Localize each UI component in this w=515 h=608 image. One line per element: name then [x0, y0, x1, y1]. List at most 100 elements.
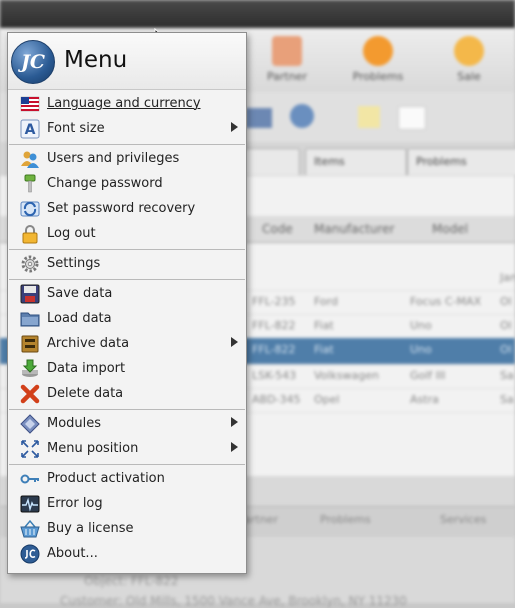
problems-icon: [363, 36, 393, 66]
menu-item-language-currency[interactable]: Language and currency: [8, 91, 246, 116]
row-model: Golf III: [410, 369, 446, 382]
menu-item-archive-data[interactable]: Archive data: [8, 331, 246, 356]
row-manufacturer: Fiat: [314, 343, 334, 356]
jc-logo-icon: JC: [11, 40, 55, 84]
menu-item-label: Users and privileges: [47, 151, 180, 166]
menu-item-data-import[interactable]: Data import: [8, 356, 246, 381]
toolbar-problems-button[interactable]: Problems: [343, 34, 413, 88]
menu-item-label: Change password: [47, 176, 163, 191]
partner-icon: [272, 36, 302, 66]
menu-item-change-password[interactable]: Change password: [8, 171, 246, 196]
delete-x-icon: [20, 384, 40, 404]
key-icon: [20, 474, 39, 484]
import-icon: [22, 359, 38, 377]
menu-item-label: Product activation: [47, 471, 165, 486]
row-status: Ol: [500, 343, 512, 356]
menu-item-about[interactable]: About...: [8, 541, 246, 566]
menu-item-label: Save data: [47, 286, 113, 301]
menu-item-error-log[interactable]: Error log: [8, 491, 246, 516]
menu-item-label: Set password recovery: [47, 201, 196, 216]
row-code: FFL-822: [252, 319, 296, 332]
menu-item-label: About...: [47, 546, 98, 561]
menu-item-password-recovery[interactable]: Set password recovery: [8, 196, 246, 221]
gear-icon: [21, 255, 39, 273]
row-manufacturer: Fiat: [314, 319, 334, 332]
column-model[interactable]: Model: [432, 222, 468, 236]
menu-item-save-data[interactable]: Save data: [8, 281, 246, 306]
menu-separator: [9, 464, 245, 465]
svg-text:A: A: [25, 122, 36, 138]
menu-position-icon: [21, 440, 39, 458]
menu-item-buy-license[interactable]: Buy a license: [8, 516, 246, 541]
toolbar-sale-button[interactable]: Sale: [434, 34, 504, 88]
menu-item-label: Modules: [47, 416, 102, 431]
user-icon[interactable]: [290, 104, 314, 128]
users-icon: [21, 151, 39, 168]
submenu-arrow-icon: [231, 442, 238, 452]
recovery-icon: [20, 201, 40, 217]
pulse-icon: [20, 495, 40, 513]
customer-line: Customer: Old Mills, 1500 Vance Ave, Bro…: [60, 594, 407, 608]
submenu-arrow-icon: [231, 337, 238, 347]
folder-icon: [20, 312, 40, 327]
us-flag-icon: [20, 96, 40, 112]
column-code[interactable]: Code: [262, 222, 293, 236]
lock-icon: [22, 225, 38, 244]
note-icon[interactable]: [358, 106, 380, 128]
toolbar-partner-button[interactable]: Partner: [252, 34, 322, 88]
row-manufacturer: Volkswagen: [314, 369, 380, 382]
menu-header: JC Menu: [8, 33, 246, 90]
tab-problems-label: Problems: [416, 155, 467, 168]
submenu-arrow-icon: [231, 417, 238, 427]
menu-item-label: Archive data: [47, 336, 130, 351]
menu-separator: [9, 144, 245, 145]
menu-item-modules[interactable]: Modules: [8, 411, 246, 436]
main-menu: JC Menu Language and currency A Font siz…: [7, 32, 247, 574]
tab-items[interactable]: Items: [305, 148, 407, 175]
object-line: Object: FFL-822: [84, 574, 179, 588]
row-status: Ol: [500, 295, 512, 308]
toolbar-sale-label: Sale: [457, 70, 481, 83]
menu-item-label: Delete data: [47, 386, 124, 401]
tab-problems[interactable]: Problems: [407, 148, 515, 175]
menu-title: Menu: [64, 47, 128, 73]
menu-item-log-out[interactable]: Log out: [8, 221, 246, 246]
menu-item-label: Font size: [47, 121, 105, 136]
row-manufacturer: Opel: [314, 393, 340, 406]
menu-item-font-size[interactable]: A Font size: [8, 116, 246, 141]
row-code: FFL-822: [252, 343, 296, 356]
menu-item-menu-position[interactable]: Menu position: [8, 436, 246, 461]
menu-item-label: Error log: [47, 496, 103, 511]
menu-separator: [9, 279, 245, 280]
row-model: Astra: [410, 393, 439, 406]
menu-item-delete-data[interactable]: Delete data: [8, 381, 246, 406]
toolbar-partner-label: Partner: [267, 70, 307, 83]
menu-item-settings[interactable]: Settings: [8, 251, 246, 276]
window-titlebar: [0, 0, 515, 28]
menu-separator: [9, 409, 245, 410]
sale-icon: [454, 36, 484, 66]
bottom-tab-problems[interactable]: Problems: [320, 513, 371, 526]
menu-item-label: Load data: [47, 311, 112, 326]
font-size-icon: A: [20, 119, 40, 139]
menu-item-users-privileges[interactable]: Users and privileges: [8, 146, 246, 171]
archive-icon: [21, 335, 39, 353]
jc-logo-icon: [20, 544, 40, 564]
row-status: Jan: [500, 271, 515, 284]
menu-item-label: Log out: [47, 226, 96, 241]
row-code: FFL-235: [252, 295, 296, 308]
document-icon[interactable]: [398, 106, 426, 130]
row-status: Sa: [500, 369, 514, 382]
column-manufacturer[interactable]: Manufacturer: [314, 222, 394, 236]
list-icon[interactable]: [246, 108, 272, 128]
tab-items-label: Items: [314, 155, 345, 168]
row-status: Ol: [500, 319, 512, 332]
submenu-arrow-icon: [231, 122, 238, 132]
menu-item-label: Settings: [47, 256, 101, 271]
menu-item-product-activation[interactable]: Product activation: [8, 466, 246, 491]
menu-item-label: Data import: [47, 361, 126, 376]
menu-item-load-data[interactable]: Load data: [8, 306, 246, 331]
floppy-icon: [20, 284, 40, 304]
modules-icon: [20, 414, 40, 434]
bottom-tab-services[interactable]: Services: [440, 513, 486, 526]
